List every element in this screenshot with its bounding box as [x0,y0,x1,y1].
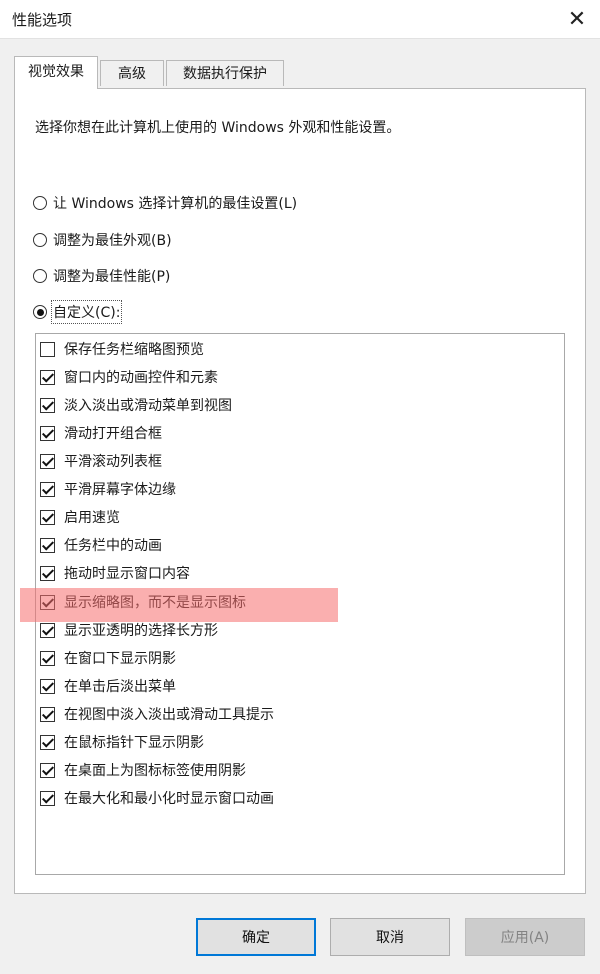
radio-best-appearance[interactable]: 调整为最佳外观(B) [33,230,172,250]
checkbox[interactable] [40,425,55,441]
list-item[interactable]: 启用速览 [40,504,120,530]
checkbox[interactable] [40,565,55,581]
tab-visual-effects[interactable]: 视觉效果 [14,56,98,89]
radio-best-performance[interactable]: 调整为最佳性能(P) [33,266,170,286]
checkbox[interactable] [40,762,55,778]
radio-label: 让 Windows 选择计算机的最佳设置(L) [53,196,298,212]
option-label: 在最大化和最小化时显示窗口动画 [64,791,274,807]
list-item[interactable]: 在最大化和最小化时显示窗口动画 [40,785,274,811]
checkbox[interactable] [40,734,55,750]
visual-effects-panel: 选择你想在此计算机上使用的 Windows 外观和性能设置。 让 Windows… [14,88,586,894]
effects-list[interactable]: 保存任务栏缩略图预览 窗口内的动画控件和元素 淡入淡出或滑动菜单到视图 滑动打开… [35,333,565,875]
list-item[interactable]: 窗口内的动画控件和元素 [40,364,218,390]
radio-label: 调整为最佳外观(B) [53,233,172,249]
option-label: 显示缩略图，而不是显示图标 [64,595,246,611]
list-item[interactable]: 淡入淡出或滑动菜单到视图 [40,392,232,418]
checkbox[interactable] [40,453,55,469]
apply-button[interactable]: 应用(A) [465,918,585,956]
checkbox[interactable] [40,622,55,638]
option-label: 窗口内的动画控件和元素 [64,370,218,386]
tab-advanced[interactable]: 高级 [100,60,164,86]
option-label: 启用速览 [64,510,120,526]
radio-let-windows-choose[interactable]: 让 Windows 选择计算机的最佳设置(L) [33,193,297,213]
option-label: 淡入淡出或滑动菜单到视图 [64,398,232,414]
option-label: 显示亚透明的选择长方形 [64,623,218,639]
option-label: 在视图中淡入淡出或滑动工具提示 [64,707,274,723]
list-item[interactable]: 在单击后淡出菜单 [40,673,176,699]
list-item[interactable]: 在桌面上为图标标签使用阴影 [40,757,246,783]
ok-button[interactable]: 确定 [196,918,316,956]
title-bar: 性能选项 ✕ [0,0,600,39]
list-item[interactable]: 平滑屏幕字体边缘 [40,476,176,502]
checkbox[interactable] [40,509,55,525]
checkbox[interactable] [40,706,55,722]
checkbox[interactable] [40,790,55,806]
list-item[interactable]: 保存任务栏缩略图预览 [40,336,204,362]
close-icon[interactable]: ✕ [554,0,600,38]
radio-button[interactable] [33,269,47,283]
list-item[interactable]: 拖动时显示窗口内容 [40,560,190,586]
list-item[interactable]: 显示缩略图，而不是显示图标 [40,589,246,615]
checkbox[interactable] [40,594,55,610]
list-item[interactable]: 在鼠标指针下显示阴影 [40,729,204,755]
option-label: 平滑屏幕字体边缘 [64,482,176,498]
radio-button[interactable] [33,233,47,247]
option-label: 在鼠标指针下显示阴影 [64,735,204,751]
list-item[interactable]: 显示亚透明的选择长方形 [40,617,218,643]
checkbox[interactable] [40,341,55,357]
checkbox[interactable] [40,537,55,553]
option-label: 拖动时显示窗口内容 [64,566,190,582]
option-label: 保存任务栏缩略图预览 [64,342,204,358]
option-label: 在单击后淡出菜单 [64,679,176,695]
list-item[interactable]: 任务栏中的动画 [40,532,162,558]
tab-data-execution-prevention[interactable]: 数据执行保护 [166,60,284,86]
radio-label: 调整为最佳性能(P) [53,269,171,285]
option-label: 在窗口下显示阴影 [64,651,176,667]
option-label: 任务栏中的动画 [64,538,162,554]
radio-custom[interactable]: 自定义(C): [33,300,123,324]
checkbox[interactable] [40,481,55,497]
list-item[interactable]: 在视图中淡入淡出或滑动工具提示 [40,701,274,727]
list-item[interactable]: 平滑滚动列表框 [40,448,162,474]
description-text: 选择你想在此计算机上使用的 Windows 外观和性能设置。 [35,120,401,136]
radio-button[interactable] [33,196,47,210]
list-item[interactable]: 在窗口下显示阴影 [40,645,176,671]
list-item[interactable]: 滑动打开组合框 [40,420,162,446]
option-label: 平滑滚动列表框 [64,454,162,470]
checkbox[interactable] [40,678,55,694]
option-label: 滑动打开组合框 [64,426,162,442]
checkbox[interactable] [40,650,55,666]
option-label: 在桌面上为图标标签使用阴影 [64,763,246,779]
cancel-button[interactable]: 取消 [330,918,450,956]
checkbox[interactable] [40,397,55,413]
radio-label: 自定义(C): [50,300,123,324]
window-title: 性能选项 [12,11,73,29]
checkbox[interactable] [40,369,55,385]
radio-button[interactable] [33,305,47,319]
